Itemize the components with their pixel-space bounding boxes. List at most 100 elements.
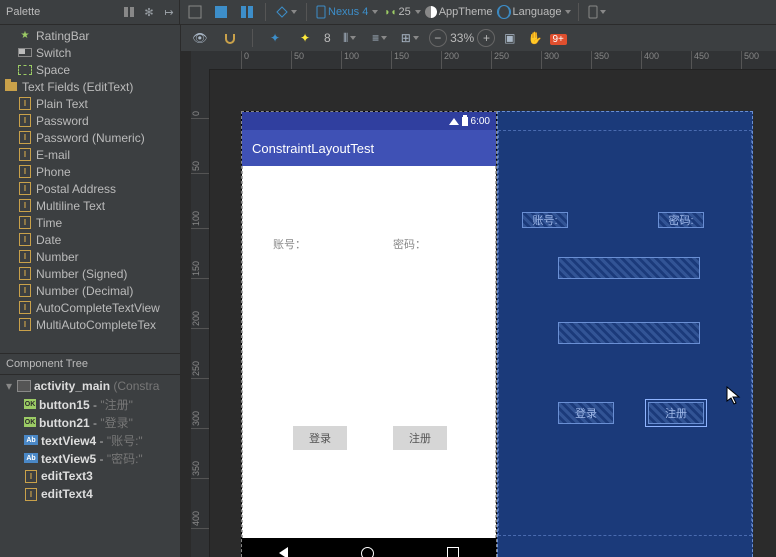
palette-item-space[interactable]: Space xyxy=(0,61,180,78)
palette-group-textfields[interactable]: Text Fields (EditText) xyxy=(0,78,180,95)
text-icon xyxy=(19,114,31,127)
left-panel: ★RatingBar Switch Space Text Fields (Edi… xyxy=(0,25,181,557)
palette-item[interactable]: E-mail xyxy=(0,146,180,163)
language-selector[interactable]: Language xyxy=(497,5,572,19)
palette-item[interactable]: Plain Text xyxy=(0,95,180,112)
api-selector[interactable]: ◗◖ 25 xyxy=(384,6,420,18)
pack-icon[interactable]: ⫴ xyxy=(339,29,361,47)
palette-item[interactable]: AutoCompleteTextView xyxy=(0,299,180,316)
blueprint-tab-icon[interactable] xyxy=(210,3,232,21)
palette-item[interactable]: Password xyxy=(0,112,180,129)
palette-item-label: AutoCompleteTextView xyxy=(36,301,160,315)
palette-item-label: Date xyxy=(36,233,61,247)
palette-item[interactable]: Number (Decimal) xyxy=(0,282,180,299)
bp-login-button[interactable]: 登录 xyxy=(558,402,614,424)
design-canvas[interactable]: 👁 ✦ ✦ 8 ⫴ ≡ ⊞ − 33% + ▣ ✋ 9+ xyxy=(181,25,776,557)
palette-item[interactable]: Number (Signed) xyxy=(0,265,180,282)
nav-back-icon xyxy=(279,547,288,557)
gear-icon[interactable]: ✻ xyxy=(141,4,157,20)
tree-node-label: editText4 xyxy=(41,487,93,501)
palette-item[interactable]: Phone xyxy=(0,163,180,180)
component-tree-header: Component Tree xyxy=(0,353,180,375)
palette-item[interactable]: MultiAutoCompleteTex xyxy=(0,316,180,333)
folder-icon xyxy=(5,82,17,91)
tree-node-label: textView5 - "密码:" xyxy=(41,450,143,467)
both-tab-icon[interactable] xyxy=(236,3,258,21)
clear-constraints-icon[interactable]: ✦ xyxy=(264,29,286,47)
collapse-icon[interactable]: ↦ xyxy=(161,4,177,20)
bp-register-button[interactable]: 注册 xyxy=(648,402,704,424)
palette-item-label: MultiAutoCompleteTex xyxy=(36,318,156,332)
tree-node-edittext4[interactable]: editText4 xyxy=(0,485,180,503)
tree-twisty-icon[interactable]: ▾ xyxy=(4,379,14,393)
palette-item-ratingbar[interactable]: ★RatingBar xyxy=(0,27,180,44)
palette-item-label: Plain Text xyxy=(36,97,88,111)
infer-constraints-icon[interactable]: ✦ xyxy=(294,29,316,47)
palette-view-icon[interactable] xyxy=(121,4,137,20)
show-layout-icon[interactable]: 👁 xyxy=(189,29,211,47)
design-preview[interactable]: 6:00 ConstraintLayoutTest 账号： 密码： 登录 注册 xyxy=(241,111,497,557)
palette-list[interactable]: ★RatingBar Switch Space Text Fields (Edi… xyxy=(0,25,180,353)
component-tree[interactable]: ▾ activity_main (Constra OKbutton15 - "注… xyxy=(0,375,180,557)
design-toolbar: 👁 ✦ ✦ 8 ⫴ ≡ ⊞ − 33% + ▣ ✋ 9+ xyxy=(181,25,776,52)
palette-item[interactable]: Multiline Text xyxy=(0,197,180,214)
palette-item-label: Multiline Text xyxy=(36,199,105,213)
api-level-label: 25 xyxy=(398,6,410,18)
design-config-toolbar: Nexus 4 ◗◖ 25 AppTheme Language xyxy=(180,3,776,21)
nav-home-icon xyxy=(361,547,374,557)
separator xyxy=(578,3,579,21)
nav-recent-icon xyxy=(447,547,459,557)
text-icon xyxy=(19,182,31,195)
text-icon xyxy=(19,318,31,331)
tree-node-button21[interactable]: OKbutton21 - "登录" xyxy=(0,413,180,431)
palette-item[interactable]: Date xyxy=(0,231,180,248)
text-icon xyxy=(19,233,31,246)
login-button[interactable]: 登录 xyxy=(293,426,347,450)
zoom-out-button[interactable]: − xyxy=(429,29,447,47)
zoom-fit-icon[interactable]: ▣ xyxy=(499,29,521,47)
zoom-level-label: 33% xyxy=(450,31,474,45)
app-bar: ConstraintLayoutTest xyxy=(242,130,496,166)
align-icon[interactable]: ≡ xyxy=(369,29,391,47)
default-margin[interactable]: 8 xyxy=(324,31,331,45)
palette-item-label: Space xyxy=(36,63,70,77)
tree-node-button15[interactable]: OKbutton15 - "注册" xyxy=(0,395,180,413)
bp-edittext4[interactable] xyxy=(558,322,700,344)
app-title: ConstraintLayoutTest xyxy=(252,141,374,156)
space-icon xyxy=(18,65,32,75)
tree-root[interactable]: ▾ activity_main (Constra xyxy=(0,377,180,395)
tree-node-textview5[interactable]: AbtextView5 - "密码:" xyxy=(0,449,180,467)
error-badge[interactable]: 9+ xyxy=(550,34,567,45)
text-icon xyxy=(19,301,31,314)
tree-node-edittext3[interactable]: editText3 xyxy=(0,467,180,485)
register-button[interactable]: 注册 xyxy=(393,426,447,450)
text-icon xyxy=(19,148,31,161)
palette-item-label: RatingBar xyxy=(36,29,89,43)
zoom-in-button[interactable]: + xyxy=(477,29,495,47)
palette-item[interactable]: Time xyxy=(0,214,180,231)
bp-label-password[interactable]: 密码: xyxy=(658,212,704,228)
tree-node-textview4[interactable]: AbtextView4 - "账号:" xyxy=(0,431,180,449)
palette-item-switch[interactable]: Switch xyxy=(0,44,180,61)
device-name-label: Nexus 4 xyxy=(328,6,368,18)
text-icon xyxy=(25,488,37,501)
pan-icon[interactable]: ✋ xyxy=(524,29,546,47)
magnet-icon[interactable] xyxy=(219,29,241,47)
palette-item[interactable]: Number xyxy=(0,248,180,265)
device-selector[interactable]: Nexus 4 xyxy=(314,5,380,19)
bp-edittext3[interactable] xyxy=(558,257,700,279)
theme-selector[interactable]: AppTheme xyxy=(425,6,493,18)
palette-item[interactable]: Postal Address xyxy=(0,180,180,197)
ruler-horizontal: 0 50 100 150 200 250 300 350 400 450 500 xyxy=(209,51,776,70)
phone-content[interactable]: 账号： 密码： 登录 注册 xyxy=(242,166,496,538)
orientation-icon[interactable] xyxy=(273,3,299,21)
palette-item[interactable]: Password (Numeric) xyxy=(0,129,180,146)
palette-item-label: Number (Signed) xyxy=(36,267,127,281)
bp-label-account[interactable]: 账号: xyxy=(522,212,568,228)
variant-icon[interactable] xyxy=(586,3,608,21)
guideline-icon[interactable]: ⊞ xyxy=(399,29,421,47)
design-tab-icon[interactable] xyxy=(184,3,206,21)
wifi-icon xyxy=(449,118,459,125)
label-password: 密码： xyxy=(393,236,426,252)
blueprint-preview[interactable]: 账号: 密码: 登录 注册 xyxy=(497,111,753,557)
